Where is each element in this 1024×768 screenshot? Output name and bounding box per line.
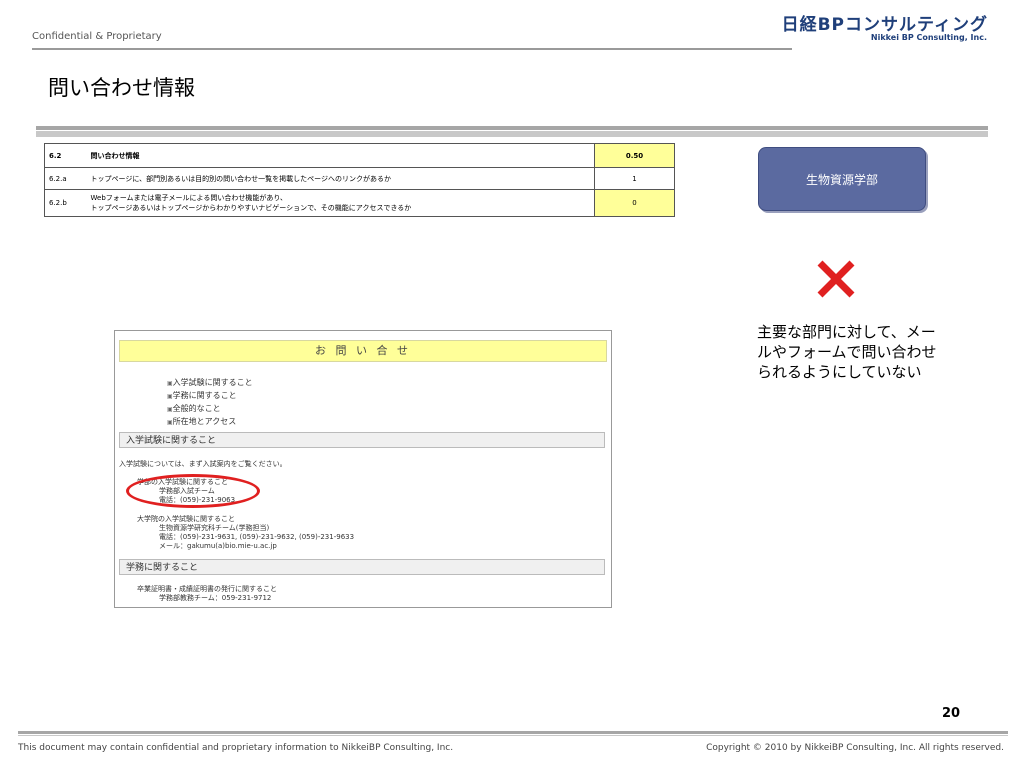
list-item: 入学試験に関すること <box>167 377 253 390</box>
contact-phone: 電話：(059)-231-9631, (059)-231-9632, (059)… <box>159 533 355 541</box>
criteria-table: 6.2 問い合わせ情報 0.50 6.2.a トップページに、部門別あるいは目的… <box>44 143 675 217</box>
contact-team: 生物資源学研究科チーム(学務担当) <box>159 524 270 532</box>
evaluation-note: 主要な部門に対して、メールやフォームで問い合わせられるようにしていない <box>757 323 937 381</box>
criteria-id: 6.2.a <box>44 167 87 190</box>
footer-disclaimer: This document may contain confidential a… <box>18 743 454 753</box>
criteria-text: 問い合わせ情報 <box>86 143 595 168</box>
criteria-id: 6.2 <box>44 143 87 168</box>
criteria-score: 0 <box>594 189 675 217</box>
footer-copyright: Copyright © 2010 by NikkeiBP Consulting,… <box>706 743 1004 753</box>
cross-mark-icon <box>817 260 855 298</box>
table-row: 6.2.a トップページに、部門別あるいは目的別の問い合わせ一覧を掲載したページ… <box>44 167 675 190</box>
contact-title: 大学院の入学試験に関すること <box>137 515 235 523</box>
list-item: 所在地とアクセス <box>167 416 253 429</box>
title-divider <box>36 126 988 130</box>
website-screenshot: お 問 い 合 せ 入学試験に関すること 学務に関すること 全般的なこと 所在地… <box>114 330 612 608</box>
criteria-score: 0.50 <box>594 143 675 168</box>
criteria-id: 6.2.b <box>44 189 87 217</box>
table-row: 6.2 問い合わせ情報 0.50 <box>44 143 675 168</box>
list-item: 全般的なこと <box>167 403 253 416</box>
table-row: 6.2.b Webフォームまたは電子メールによる問い合わせ機能があり、 トップペー… <box>44 189 675 217</box>
contact-heading: お 問 い 合 せ <box>119 340 607 362</box>
page-number: 20 <box>942 706 961 721</box>
section-heading: 入学試験に関すること <box>119 432 605 448</box>
highlight-circle <box>126 474 260 508</box>
department-badge: 生物資源学部 <box>758 147 926 211</box>
title-divider-lower <box>36 131 988 137</box>
contact-email: メール：gakumu(a)bio.mie-u.ac.jp <box>159 542 277 550</box>
company-logo-en: Nikkei BP Consulting, Inc. <box>870 33 987 42</box>
footer-divider-lower <box>18 735 1008 736</box>
intro-text: 入学試験については、まず入試案内をご覧ください。 <box>119 460 287 468</box>
header-divider <box>32 48 792 50</box>
company-logo: 日経BPコンサルティング <box>781 15 988 35</box>
criteria-text: トップページに、部門別あるいは目的別の問い合わせ一覧を掲載したページへのリンクが… <box>86 167 595 190</box>
list-item: 学務に関すること <box>167 390 253 403</box>
contact-link-list: 入学試験に関すること 学務に関すること 全般的なこと 所在地とアクセス <box>167 377 253 429</box>
contact-title: 卒業証明書・成績証明書の発行に関すること <box>137 585 277 593</box>
page-title: 問い合わせ情報 <box>48 76 195 100</box>
criteria-score: 1 <box>594 167 675 190</box>
section-heading: 学務に関すること <box>119 559 605 575</box>
contact-team: 学務部教務チーム：059-231-9712 <box>159 594 272 602</box>
criteria-text: Webフォームまたは電子メールによる問い合わせ機能があり、 トップページあるいはト… <box>86 189 595 217</box>
footer-divider <box>18 731 1008 734</box>
confidential-label: Confidential & Proprietary <box>32 31 162 42</box>
